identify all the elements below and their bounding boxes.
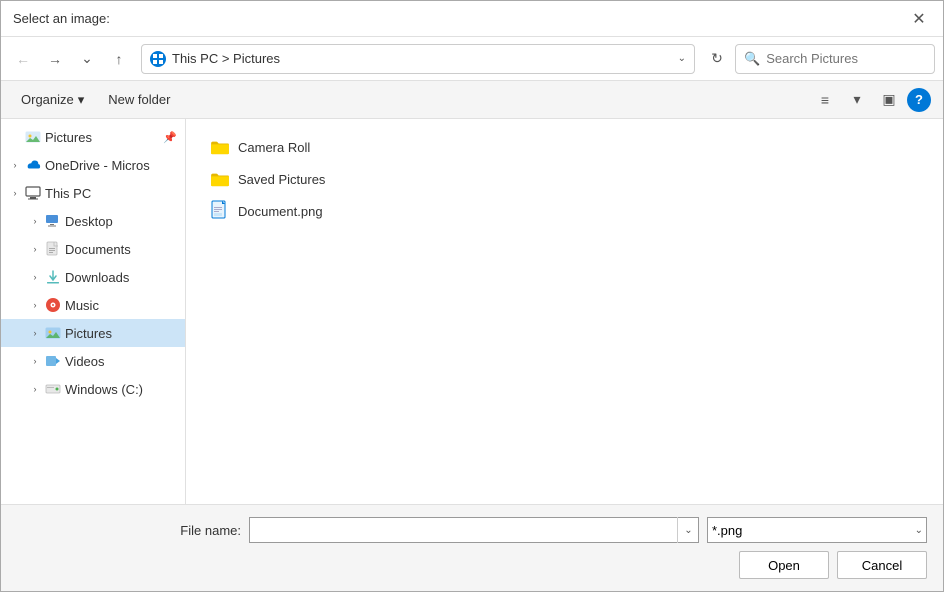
expand-arrow: ›	[29, 383, 41, 395]
close-button[interactable]: ✕	[907, 7, 931, 31]
view-pane-button[interactable]: ▣	[875, 86, 903, 114]
toolbar-right: ≡ ▾ ▣ ?	[811, 86, 931, 114]
pin-icon: 📌	[163, 131, 177, 144]
search-input[interactable]	[766, 51, 942, 66]
sidebar-item-documents[interactable]: › Documents	[1, 235, 185, 263]
sidebar-item-desktop[interactable]: › Desktop	[1, 207, 185, 235]
documents-icon	[45, 241, 61, 257]
expand-arrow: ›	[29, 299, 41, 311]
sidebar-label: Pictures	[45, 130, 159, 145]
sidebar-label: Downloads	[65, 270, 177, 285]
sidebar-label: Desktop	[65, 214, 177, 229]
filename-dropdown-button[interactable]: ⌄	[677, 517, 699, 543]
filename-input-wrapper: ⌄	[249, 517, 699, 543]
view-dropdown-button[interactable]: ▾	[843, 86, 871, 114]
search-box[interactable]: 🔍	[735, 44, 935, 74]
sidebar-label: Windows (C:)	[65, 382, 177, 397]
music-icon	[45, 297, 61, 313]
help-button[interactable]: ?	[907, 88, 931, 112]
expand-arrow: ›	[29, 355, 41, 367]
view-list-button[interactable]: ≡	[811, 86, 839, 114]
sidebar-item-videos[interactable]: › Videos	[1, 347, 185, 375]
file-item-camera-roll[interactable]: Camera Roll	[202, 131, 927, 163]
expand-arrow	[9, 131, 21, 143]
file-name: Camera Roll	[238, 140, 310, 155]
sidebar-item-windows-c[interactable]: › Windows (C:)	[1, 375, 185, 403]
sidebar-item-pictures-thispc[interactable]: › Pictures	[1, 319, 185, 347]
file-dialog: Select an image: ✕ ← → ⌄ ↑ This PC > Pic…	[0, 0, 944, 592]
address-dropdown-icon[interactable]: ⌄	[678, 53, 686, 64]
toolbar: Organize ▾ New folder ≡ ▾ ▣ ?	[1, 81, 943, 119]
thispc-icon	[25, 185, 41, 201]
file-name: Saved Pictures	[238, 172, 325, 187]
sidebar-label: Music	[65, 298, 177, 313]
sidebar-label: Documents	[65, 242, 177, 257]
expand-arrow: ›	[9, 159, 21, 171]
pictures-icon	[25, 129, 41, 145]
back-button[interactable]: ←	[9, 45, 37, 73]
sidebar-item-pictures-pinned[interactable]: Pictures 📌	[1, 123, 185, 151]
expand-arrow: ›	[29, 215, 41, 227]
address-icon	[150, 51, 166, 67]
organize-arrow: ▾	[78, 92, 85, 108]
cancel-button[interactable]: Cancel	[837, 551, 927, 579]
file-name: Document.png	[238, 204, 323, 219]
folder-icon	[210, 171, 230, 187]
sidebar-label: This PC	[45, 186, 177, 201]
desktop-icon	[45, 213, 61, 229]
up-button[interactable]: ↑	[105, 45, 133, 73]
filename-row: File name: ⌄ *.png *.jpg *.bmp *.gif All…	[17, 517, 927, 543]
search-icon: 🔍	[744, 51, 760, 67]
file-area: Camera Roll Saved Pictures	[186, 119, 943, 504]
filename-input[interactable]	[249, 517, 699, 543]
dialog-title: Select an image:	[13, 11, 110, 26]
sidebar-label: Pictures	[65, 326, 177, 341]
new-folder-label: New folder	[108, 92, 170, 107]
open-button[interactable]: Open	[739, 551, 829, 579]
expand-arrow: ›	[9, 187, 21, 199]
pictures2-icon	[45, 325, 61, 341]
filetype-wrapper: *.png *.jpg *.bmp *.gif All files (*.*) …	[707, 517, 927, 543]
folder-icon	[210, 139, 230, 155]
main-area: Pictures 📌 › OneDrive - Micros ›	[1, 119, 943, 504]
file-item-document-png[interactable]: Document.png	[202, 195, 927, 227]
sidebar-item-music[interactable]: › Music	[1, 291, 185, 319]
filetype-select[interactable]: *.png *.jpg *.bmp *.gif All files (*.*)	[707, 517, 927, 543]
organize-label: Organize	[21, 92, 74, 107]
title-bar: Select an image: ✕	[1, 1, 943, 37]
address-bar[interactable]: This PC > Pictures ⌄	[141, 44, 695, 74]
expand-arrow: ›	[29, 271, 41, 283]
onedrive-icon	[25, 157, 41, 173]
expand-arrow: ›	[29, 243, 41, 255]
sidebar-item-downloads[interactable]: › Downloads	[1, 263, 185, 291]
dropdown-button[interactable]: ⌄	[73, 45, 101, 73]
address-path: This PC > Pictures	[172, 51, 672, 66]
new-folder-button[interactable]: New folder	[100, 88, 178, 111]
nav-bar: ← → ⌄ ↑ This PC > Pictures ⌄ ↻ 🔍	[1, 37, 943, 81]
sidebar-label: Videos	[65, 354, 177, 369]
sidebar-item-thispc[interactable]: › This PC	[1, 179, 185, 207]
downloads-icon	[45, 269, 61, 285]
buttons-row: Open Cancel	[17, 551, 927, 579]
drive-icon	[45, 381, 61, 397]
sidebar-label: OneDrive - Micros	[45, 158, 177, 173]
file-icon	[210, 200, 230, 223]
filename-label: File name:	[180, 523, 241, 538]
organize-button[interactable]: Organize ▾	[13, 88, 92, 112]
forward-button[interactable]: →	[41, 45, 69, 73]
refresh-button[interactable]: ↻	[703, 45, 731, 73]
sidebar: Pictures 📌 › OneDrive - Micros ›	[1, 119, 186, 504]
file-item-saved-pictures[interactable]: Saved Pictures	[202, 163, 927, 195]
bottom-bar: File name: ⌄ *.png *.jpg *.bmp *.gif All…	[1, 504, 943, 591]
sidebar-item-onedrive[interactable]: › OneDrive - Micros	[1, 151, 185, 179]
expand-arrow: ›	[29, 327, 41, 339]
videos-icon	[45, 353, 61, 369]
